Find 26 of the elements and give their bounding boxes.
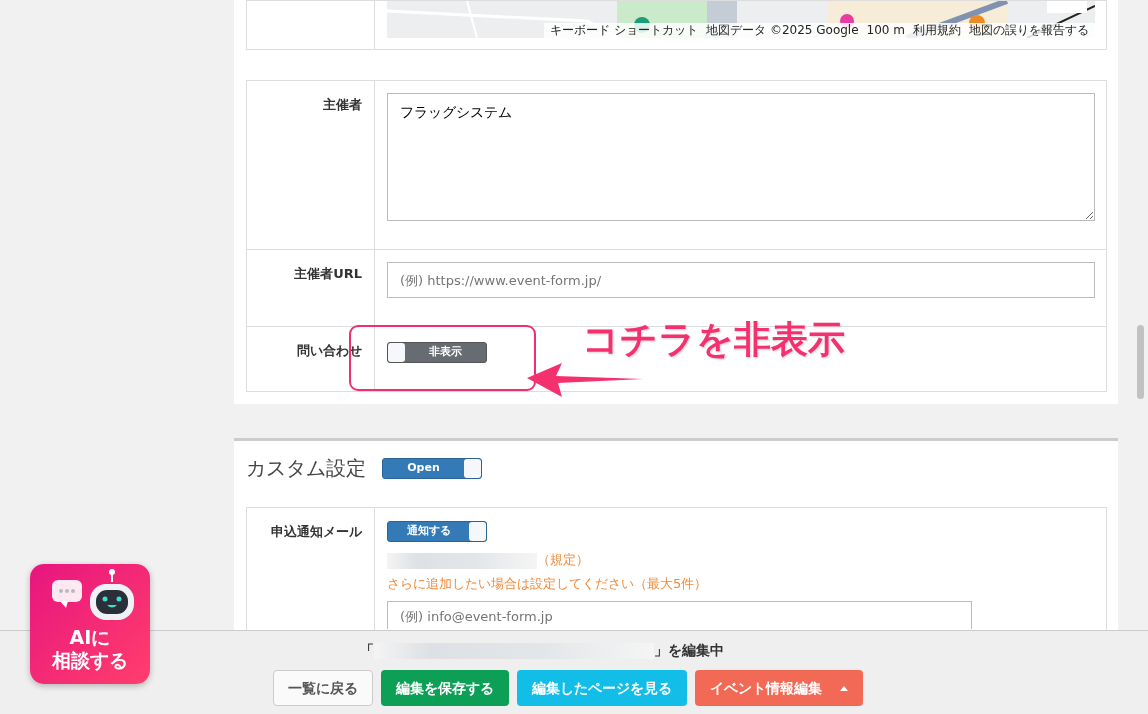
quote-mark: 「 xyxy=(360,641,374,660)
map-link[interactable]: キーボード ショートカット xyxy=(550,23,699,38)
map-link[interactable]: 地図の誤りを報告する xyxy=(969,23,1089,38)
ai-chat-button[interactable]: AIに 相談する xyxy=(30,564,150,684)
text-area[interactable]: フラッグシステム xyxy=(387,93,1095,221)
section-title: カスタム設定 xyxy=(246,455,366,482)
scrollbar-thumb[interactable] xyxy=(1137,325,1144,399)
button-label: 相談する xyxy=(50,648,129,672)
annotation-text: コチラを非表示 xyxy=(582,317,845,363)
footer-button[interactable]: 一覧に戻る xyxy=(273,670,373,706)
email-field[interactable]: (例) info@event-form.jp xyxy=(387,601,972,629)
help-text: さらに追加したい場合は設定してください（最大5件） xyxy=(387,574,709,593)
map-link[interactable]: 100 m xyxy=(866,23,905,38)
map-link[interactable]: 地図データ ©2025 Google xyxy=(706,23,859,38)
map-link[interactable]: 利用規約 xyxy=(913,23,961,38)
toggle-switch[interactable]: 非表示 xyxy=(387,342,487,363)
field-label: 主催者 xyxy=(323,97,362,112)
default-note: （規定） xyxy=(537,552,589,567)
toggle-switch[interactable]: Open xyxy=(382,457,482,479)
editing-status: 」を編集中 xyxy=(654,641,724,660)
input-field[interactable]: (例) https://www.event-form.jp/ xyxy=(387,262,1095,298)
field-label: 申込通知メール xyxy=(271,524,362,539)
toggle-switch[interactable]: 通知する xyxy=(387,521,487,542)
field-label: 主催者URL xyxy=(294,266,362,281)
button-label: AIに xyxy=(68,626,112,649)
caret-icon xyxy=(840,686,848,691)
